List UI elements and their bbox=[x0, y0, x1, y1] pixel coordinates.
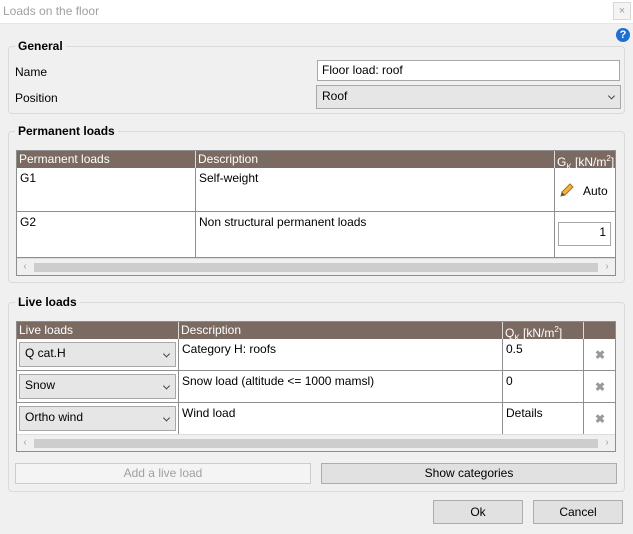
column-header-description: Description bbox=[196, 151, 555, 168]
table-cell-description: Non structural permanent loads bbox=[196, 212, 555, 258]
table-cell-description: Wind load bbox=[179, 403, 503, 435]
live-load-type-select[interactable]: Ortho wind bbox=[19, 406, 176, 431]
table-cell-actions: ✖ bbox=[584, 339, 615, 371]
name-value: Floor load: roof bbox=[322, 63, 403, 77]
table-cell-actions: ✖ bbox=[584, 371, 615, 403]
cancel-button[interactable]: Cancel bbox=[533, 500, 623, 524]
column-header-load: Permanent loads bbox=[17, 151, 196, 168]
column-header-load: Live loads bbox=[17, 322, 179, 339]
table-cell-actions: ✖ bbox=[584, 403, 615, 435]
add-live-load-button[interactable]: Add a live load bbox=[15, 463, 311, 484]
permanent-loads-table: Permanent loads Description GK [kN/m2] G… bbox=[16, 150, 616, 276]
pencil-icon bbox=[560, 183, 574, 197]
scroll-right-icon[interactable]: › bbox=[601, 261, 613, 273]
name-input[interactable]: Floor load: roof bbox=[317, 60, 620, 81]
live-loads-table: Live loads Description QK [kN/m2] Q cat.… bbox=[16, 321, 616, 452]
chevron-down-icon bbox=[162, 349, 171, 358]
table-row[interactable]: G2 bbox=[17, 212, 196, 258]
live-loads-title: Live loads bbox=[15, 295, 80, 309]
scroll-left-icon[interactable]: ‹ bbox=[19, 261, 31, 273]
show-categories-button[interactable]: Show categories bbox=[321, 463, 617, 484]
column-header-value: GK [kN/m2] bbox=[555, 151, 615, 168]
table-row: Snow bbox=[17, 371, 179, 403]
name-label: Name bbox=[15, 65, 48, 79]
table-cell-value[interactable]: 0 bbox=[503, 371, 584, 403]
scrollbar-thumb[interactable] bbox=[34, 263, 598, 272]
position-select[interactable]: Roof bbox=[316, 85, 621, 109]
delete-icon[interactable]: ✖ bbox=[594, 381, 606, 393]
live-load-type-select[interactable]: Snow bbox=[19, 374, 176, 399]
value-auto: Auto bbox=[583, 184, 608, 198]
horizontal-scrollbar[interactable]: ‹ › bbox=[17, 258, 615, 275]
permanent-loads-title: Permanent loads bbox=[15, 124, 118, 138]
scrollbar-thumb[interactable] bbox=[34, 439, 598, 448]
chevron-down-icon bbox=[162, 381, 171, 390]
position-label: Position bbox=[15, 91, 58, 105]
help-icon[interactable]: ? bbox=[616, 28, 630, 42]
horizontal-scrollbar[interactable]: ‹ › bbox=[17, 434, 615, 451]
table-cell-description: Self-weight bbox=[196, 168, 555, 212]
table-cell-description: Snow load (altitude <= 1000 mamsl) bbox=[179, 371, 503, 403]
g2-value-input[interactable]: 1 bbox=[558, 222, 611, 246]
scroll-left-icon[interactable]: ‹ bbox=[19, 437, 31, 449]
title-bar: Loads on the floor × bbox=[0, 0, 633, 24]
table-cell-value[interactable]: Auto bbox=[555, 168, 615, 212]
table-row: Ortho wind bbox=[17, 403, 179, 435]
scroll-right-icon[interactable]: › bbox=[601, 437, 613, 449]
column-header-actions bbox=[584, 322, 615, 339]
details-link[interactable]: Details bbox=[506, 406, 543, 420]
table-row: Q cat.H bbox=[17, 339, 179, 371]
table-cell-value[interactable]: Details bbox=[503, 403, 584, 435]
live-load-type-select[interactable]: Q cat.H bbox=[19, 342, 176, 367]
ok-button[interactable]: Ok bbox=[433, 500, 523, 524]
column-header-description: Description bbox=[179, 322, 503, 339]
delete-icon[interactable]: ✖ bbox=[594, 413, 606, 425]
chevron-down-icon bbox=[607, 92, 616, 100]
window-title: Loads on the floor bbox=[3, 4, 100, 18]
delete-icon[interactable]: ✖ bbox=[594, 349, 606, 361]
chevron-down-icon bbox=[162, 413, 171, 422]
close-button[interactable]: × bbox=[613, 2, 631, 20]
table-cell-description: Category H: roofs bbox=[179, 339, 503, 371]
table-row[interactable]: G1 bbox=[17, 168, 196, 212]
close-icon: × bbox=[618, 5, 626, 17]
table-cell-value[interactable]: 0.5 bbox=[503, 339, 584, 371]
position-value: Roof bbox=[322, 89, 348, 103]
table-cell-value: 1 bbox=[555, 212, 615, 258]
general-group-title: General bbox=[15, 39, 66, 53]
column-header-value: QK [kN/m2] bbox=[503, 322, 584, 339]
